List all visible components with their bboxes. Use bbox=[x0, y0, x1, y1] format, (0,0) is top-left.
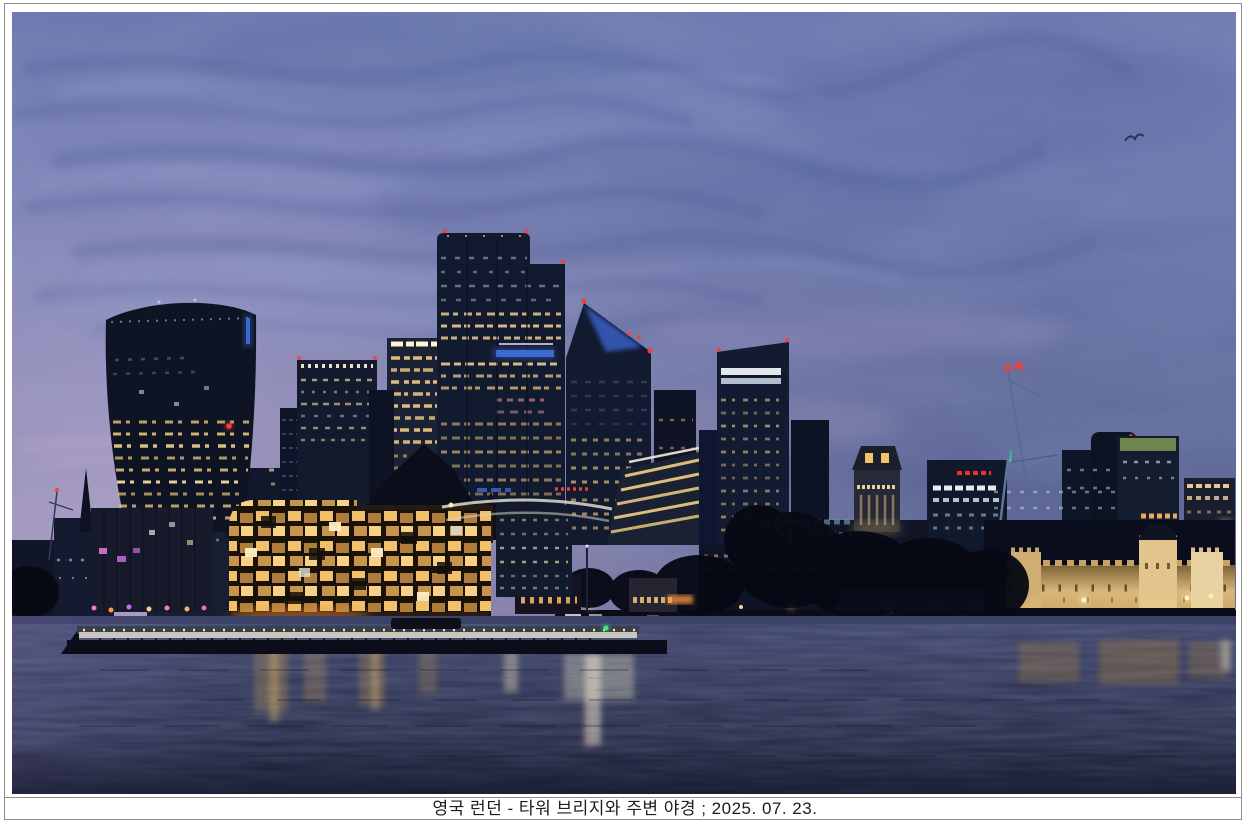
quayside-apartments bbox=[91, 508, 213, 613]
photo-caption: 영국 런던 - 타워 브리지와 주변 야경 ; 2025. 07. 23. bbox=[432, 799, 818, 818]
night-cityscape-svg bbox=[12, 12, 1236, 794]
london-night-photo bbox=[12, 12, 1236, 794]
port-of-london-authority-building bbox=[851, 446, 903, 536]
caption-separator bbox=[4, 797, 1242, 798]
walkie-talkie-tower bbox=[105, 298, 257, 532]
riverfront-hotel bbox=[229, 488, 511, 630]
